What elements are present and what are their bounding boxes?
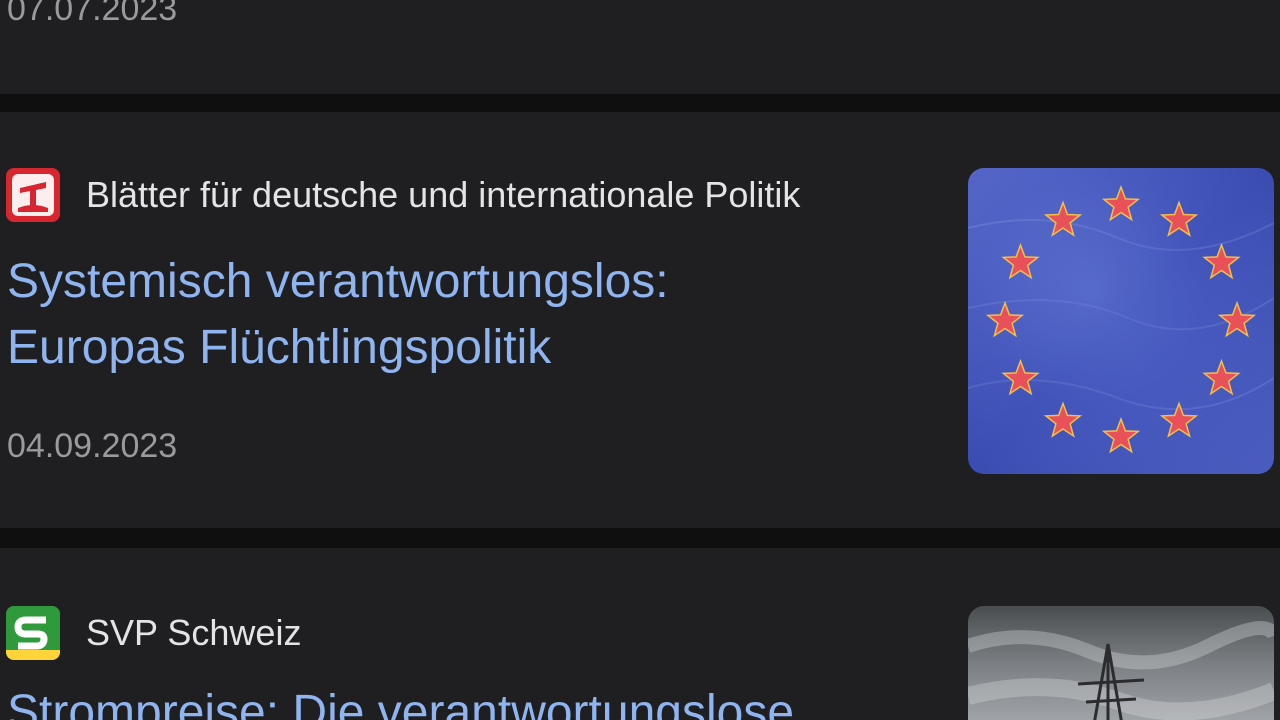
article-headline[interactable]: Systemisch verantwortungslos: Europas Fl… [7,249,669,381]
article-date: 04.09.2023 [7,427,178,465]
news-feed: 07.07.2023 Blätter für deutsche und inte… [0,0,1280,720]
source-name: Blätter für deutsche und internationale … [86,174,801,215]
article-source[interactable]: SVP Schweiz [6,605,301,661]
headline-line[interactable]: Strompreise: Die verantwortungslose [7,686,794,720]
headline-line[interactable]: Europas Flüchtlingspolitik [7,321,551,374]
article-source[interactable]: Blätter für deutsche und internationale … [6,167,800,223]
power-pylon-thumbnail[interactable] [968,606,1274,720]
eu-flag-thumbnail[interactable] [968,168,1274,474]
headline-line[interactable]: Systemisch verantwortungslos: [7,255,669,308]
source-name: SVP Schweiz [86,612,302,653]
article-headline[interactable]: Strompreise: Die verantwortungslose [7,680,794,720]
article-card[interactable]: Blätter für deutsche und internationale … [0,112,1280,528]
svp-logo-icon [6,606,60,660]
blaetter-logo-icon [6,168,60,222]
article-card[interactable]: SVP Schweiz Strompreise: Die verantwortu… [0,548,1280,720]
article-card[interactable]: 07.07.2023 [0,0,1280,94]
article-date: 07.07.2023 [7,0,178,28]
